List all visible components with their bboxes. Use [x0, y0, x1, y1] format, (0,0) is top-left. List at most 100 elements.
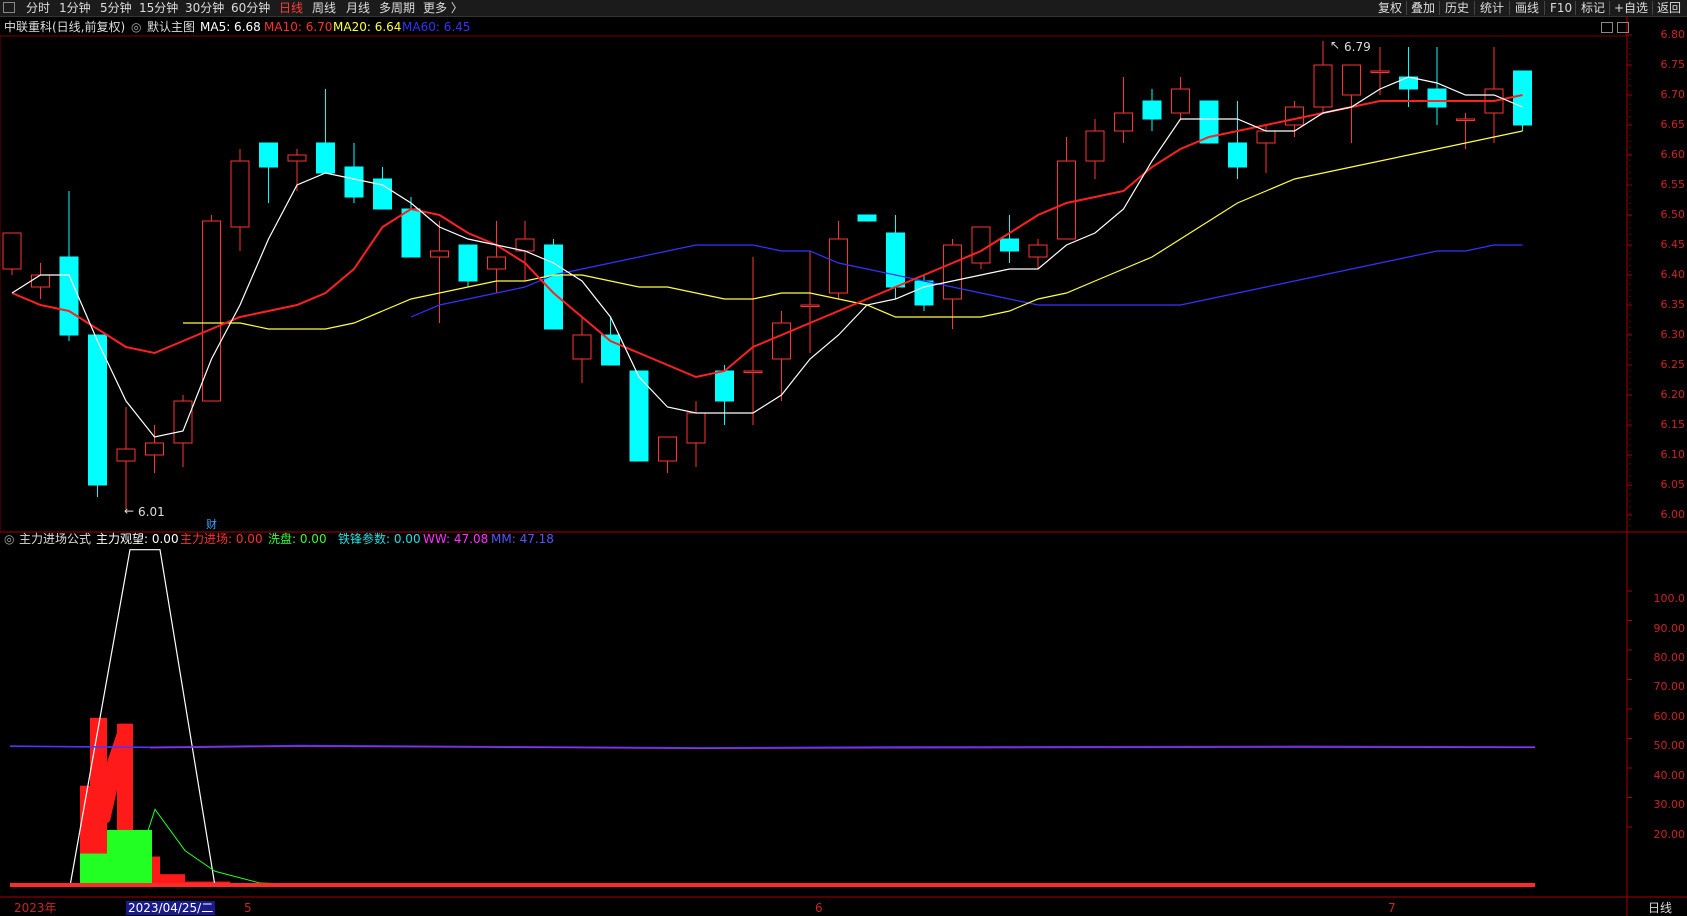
template-toggle-icon[interactable]: ◎	[131, 20, 141, 34]
indicator-tick: 70.00	[1653, 680, 1686, 693]
candle-down	[458, 244, 478, 282]
template-name[interactable]: 默认主图	[147, 20, 195, 34]
candle-up	[1285, 106, 1304, 126]
restore-panel-icon[interactable]	[1601, 22, 1613, 33]
price-tick: 6.70	[1660, 88, 1686, 101]
indicator-name[interactable]: 主力进场公式	[19, 532, 91, 546]
candle-down	[601, 334, 620, 366]
ma20-line	[183, 130, 1523, 330]
price-tick: 6.55	[1660, 178, 1686, 191]
candle-up	[1085, 130, 1105, 162]
price-tick: 6.50	[1660, 208, 1686, 221]
candle-up	[31, 274, 50, 288]
indicator-tick: 20.00	[1653, 828, 1686, 841]
candle-down	[857, 214, 877, 222]
price-tick: 6.30	[1660, 328, 1686, 341]
kline-chart[interactable]	[0, 0, 1687, 916]
ma60-line	[410, 244, 1523, 318]
candle-down	[401, 208, 421, 258]
candle-down	[1513, 70, 1532, 126]
indicator-enter-value: 主力进场: 0.00	[180, 532, 263, 546]
ma5-value: MA5: 6.68	[200, 20, 261, 34]
candle-down	[316, 142, 335, 174]
candle-down	[344, 166, 364, 198]
candle-up	[1028, 244, 1048, 258]
stock-title: 中联重科(日线,前复权)	[4, 20, 126, 34]
indicator-ww-value: WW: 47.08	[423, 532, 489, 546]
price-tick: 6.00	[1660, 508, 1686, 521]
candle-up	[800, 304, 820, 307]
indicator-tick: 40.00	[1653, 769, 1686, 782]
indicator-mm-value: MM: 47.18	[491, 532, 554, 546]
indicator-tick: 30.00	[1653, 798, 1686, 811]
price-tick: 6.45	[1660, 238, 1686, 251]
high-marker-arrow-icon: ↖	[1330, 38, 1341, 52]
indicator-tick: 50.00	[1653, 739, 1686, 752]
price-tick: 6.20	[1660, 388, 1686, 401]
indicator-tick: 80.00	[1653, 651, 1686, 664]
candle-up	[1456, 118, 1475, 121]
indicator-tick: 60.00	[1653, 710, 1686, 723]
low-marker-arrow-icon: ←	[124, 504, 135, 518]
cursor-date-label: 2023/04/25/二	[126, 901, 216, 915]
candle-down	[1142, 100, 1162, 120]
indicator-iron-value: 铁锋参数: 0.00	[338, 532, 421, 546]
candle-up	[1370, 70, 1390, 73]
period-indicator[interactable]: 日线	[1648, 901, 1672, 915]
indicator-tick: 90.00	[1653, 622, 1686, 635]
ma10-line	[11, 94, 1523, 379]
price-tick: 6.15	[1660, 418, 1686, 431]
candle-down	[1427, 88, 1447, 108]
candle-down	[1000, 238, 1019, 252]
price-tick: 6.80	[1660, 28, 1686, 41]
price-tick: 6.65	[1660, 118, 1686, 131]
candle-down	[88, 334, 107, 486]
month-label-6: 6	[815, 901, 823, 915]
candle-up	[686, 412, 706, 444]
candle-up	[1342, 64, 1361, 96]
indicator-watch-value: 主力观望: 0.00	[96, 532, 179, 546]
candle-down	[886, 232, 905, 288]
candle-up	[572, 334, 592, 360]
candle-up	[829, 238, 848, 294]
indicator-toggle-icon[interactable]: ◎	[4, 532, 14, 546]
financial-event-marker[interactable]: 财	[206, 518, 217, 532]
candle-up	[230, 160, 250, 228]
indicator-baseline	[10, 883, 1535, 887]
candle-up	[145, 442, 164, 456]
low-price-label: 6.01	[138, 505, 165, 519]
price-tick: 6.05	[1660, 478, 1686, 491]
candle-down	[259, 142, 278, 168]
price-tick: 6.60	[1660, 148, 1686, 161]
ma20-value: MA20: 6.64	[333, 20, 402, 34]
candle-up	[1057, 160, 1076, 240]
candle-up	[943, 244, 962, 300]
indicator-tick: 100.0	[1653, 592, 1686, 605]
candle-up	[743, 370, 763, 373]
maximize-panel-icon[interactable]	[1617, 22, 1629, 33]
ma5-line	[11, 76, 1523, 438]
candle-up	[1114, 112, 1133, 132]
candle-up	[1313, 64, 1333, 108]
candle-up	[1256, 130, 1276, 144]
candle-up	[2, 232, 22, 270]
candle-up	[287, 154, 307, 162]
candle-up	[1171, 88, 1190, 114]
price-tick: 6.35	[1660, 298, 1686, 311]
candle-up	[487, 256, 506, 270]
month-label-5: 5	[244, 901, 252, 915]
candle-up	[116, 448, 136, 462]
candle-down	[914, 280, 934, 306]
candle-down	[59, 256, 79, 336]
month-label-7: 7	[1388, 901, 1396, 915]
indicator-watch-line	[10, 549, 1530, 887]
main-panel-frame	[0, 35, 1628, 533]
price-tick: 6.25	[1660, 358, 1686, 371]
candle-up	[772, 322, 791, 360]
candle-down	[715, 370, 734, 402]
year-label: 2023年	[14, 901, 57, 915]
price-tick: 6.40	[1660, 268, 1686, 281]
candle-down	[1228, 142, 1247, 168]
price-tick: 6.10	[1660, 448, 1686, 461]
candle-up	[971, 226, 991, 264]
